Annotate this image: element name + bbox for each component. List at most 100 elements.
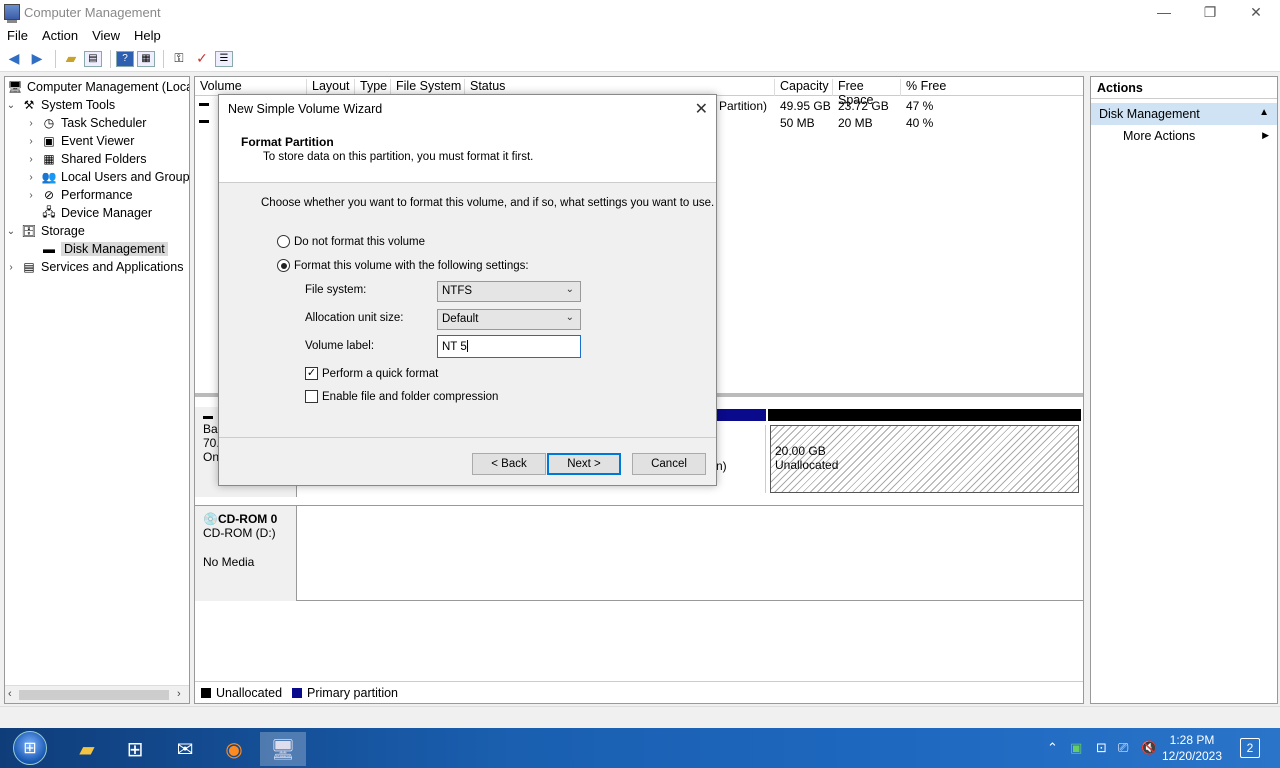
back-button[interactable]: < Back — [472, 453, 546, 475]
menu-file[interactable]: File — [0, 28, 35, 43]
checkbox-label: Perform a quick format — [322, 367, 439, 380]
primary-partition-bar — [716, 409, 766, 421]
shared-folder-icon: ▦ — [43, 152, 55, 166]
partition-block[interactable]: n) — [716, 425, 766, 493]
new-simple-volume-wizard-dialog: New Simple Volume Wizard ✕ Format Partit… — [218, 94, 717, 486]
properties-icon[interactable]: ▦ — [137, 50, 155, 67]
volume-percent-free: 40 % — [906, 116, 934, 130]
unallocated-size: 20.00 GB — [775, 444, 826, 458]
radio-do-not-format[interactable]: Do not format this volume — [277, 235, 425, 248]
start-button[interactable]: ⊞ — [13, 731, 47, 765]
tree-item-storage[interactable]: ⌄ 🗄 Storage — [5, 222, 85, 240]
chevron-down-icon: ⌄ — [565, 284, 574, 295]
expand-icon[interactable]: › — [25, 118, 37, 129]
show-hidden-icons-icon[interactable]: ⌃ — [1047, 728, 1058, 768]
quick-format-checkbox[interactable]: ✓ Perform a quick format — [305, 367, 438, 380]
dialog-close-icon[interactable]: ✕ — [695, 99, 708, 119]
tray-device-icon[interactable]: ⊡ — [1096, 728, 1107, 768]
column-free-space[interactable]: Free Space — [833, 79, 901, 107]
tree-item-task-scheduler[interactable]: › ◷ Task Scheduler — [25, 114, 146, 132]
next-button[interactable]: Next > — [547, 453, 621, 475]
key-icon[interactable]: ⚿ — [169, 49, 189, 69]
allocation-unit-select[interactable]: Default ⌄ — [437, 309, 581, 330]
tree-item-root[interactable]: 🖥 Computer Management (Local — [7, 78, 189, 96]
tree-item-performance[interactable]: › ⊘ Performance — [25, 186, 132, 204]
navigation-tree: 🖥 Computer Management (Local ⌄ ⚒ System … — [4, 76, 190, 704]
allocation-unit-label: Allocation unit size: — [305, 312, 404, 324]
file-system-select[interactable]: NTFS ⌄ — [437, 281, 581, 302]
more-actions-label: More Actions — [1123, 129, 1196, 143]
compression-checkbox[interactable]: Enable file and folder compression — [305, 390, 498, 403]
cancel-button[interactable]: Cancel — [632, 453, 706, 475]
menu-help[interactable]: Help — [127, 28, 168, 43]
list-icon[interactable]: ☰ — [215, 50, 233, 67]
services-icon: ▤ — [23, 260, 35, 274]
column-percent-free[interactable]: % Free — [901, 79, 1083, 96]
expand-icon[interactable]: › — [25, 154, 37, 165]
expand-icon[interactable]: › — [25, 136, 37, 147]
scroll-right-icon[interactable]: › — [177, 688, 181, 700]
actions-header: Actions — [1091, 77, 1277, 99]
restore-button[interactable]: ❐ — [1187, 0, 1233, 24]
help-icon[interactable]: ? — [116, 50, 134, 67]
tree-item-shared-folders[interactable]: › ▦ Shared Folders — [25, 150, 146, 168]
device-manager-icon: 🖧 — [42, 204, 56, 219]
volume-label-input[interactable]: NT 5 — [437, 335, 581, 358]
tree-label: Services and Applications — [41, 260, 184, 274]
tree-item-system-tools[interactable]: ⌄ ⚒ System Tools — [5, 96, 115, 114]
expand-icon[interactable]: › — [25, 172, 37, 183]
toolbar: ◀ ▶ ▰ ▤ ? ▦ ⚿ ✓ ☰ — [0, 46, 1280, 72]
actions-section-disk-management[interactable]: Disk Management ▲ — [1091, 103, 1277, 125]
tree-item-event-viewer[interactable]: › ▣ Event Viewer — [25, 132, 134, 150]
scroll-thumb[interactable] — [19, 690, 169, 700]
collapse-icon[interactable]: ⌄ — [5, 100, 17, 111]
close-button[interactable]: ✕ — [1233, 0, 1279, 24]
mail-icon[interactable]: ✉ — [162, 732, 208, 766]
horizontal-scrollbar[interactable]: ‹ › — [5, 685, 189, 703]
file-explorer-icon[interactable]: ▰ — [64, 732, 110, 766]
forward-arrow-icon[interactable]: ▶ — [27, 49, 47, 69]
menu-action[interactable]: Action — [35, 28, 85, 43]
dialog-title: New Simple Volume Wizard — [228, 102, 383, 116]
radio-button-selected[interactable] — [277, 259, 290, 272]
firefox-icon[interactable]: ◉ — [211, 732, 257, 766]
scroll-left-icon[interactable]: ‹ — [8, 688, 12, 700]
tree-label: Task Scheduler — [61, 116, 147, 130]
tree-item-device-manager[interactable]: 🖧 Device Manager — [41, 204, 152, 222]
collapse-up-icon[interactable]: ▲ — [1259, 107, 1269, 118]
tree-item-services[interactable]: › ▤ Services and Applications — [5, 258, 183, 276]
computer-management-taskbar-icon[interactable]: 🖥 — [260, 732, 306, 766]
volume-label-value: NT 5 — [442, 341, 467, 353]
minimize-button[interactable]: — — [1141, 0, 1187, 24]
notifications-icon[interactable]: 2 — [1240, 738, 1260, 758]
legend: Unallocated Primary partition — [195, 681, 1083, 703]
dialog-intro: Choose whether you want to format this v… — [261, 197, 715, 209]
tree-item-local-users[interactable]: › 👥 Local Users and Groups — [25, 168, 189, 186]
expand-icon[interactable]: › — [5, 262, 17, 273]
store-icon[interactable]: ⊞ — [112, 732, 158, 766]
cdrom-volume-area[interactable] — [297, 505, 1083, 601]
more-actions-item[interactable]: More Actions ▶ — [1091, 125, 1277, 147]
unallocated-block[interactable]: 20.00 GB Unallocated — [770, 425, 1079, 493]
volume-muted-icon[interactable]: 🔇 — [1141, 728, 1157, 768]
column-capacity[interactable]: Capacity — [775, 79, 833, 96]
up-folder-icon[interactable]: ▰ — [61, 49, 81, 69]
radio-format-volume[interactable]: Format this volume with the following se… — [277, 259, 529, 272]
radio-button[interactable] — [277, 235, 290, 248]
tray-h-icon[interactable]: ▣ — [1070, 728, 1082, 768]
tree-item-disk-management[interactable]: ▬ Disk Management — [41, 240, 168, 258]
clock[interactable]: 1:28 PM 12/20/2023 — [1160, 732, 1224, 764]
back-arrow-icon[interactable]: ◀ — [4, 49, 24, 69]
menu-view[interactable]: View — [85, 28, 127, 43]
collapse-icon[interactable]: ⌄ — [5, 226, 17, 237]
toolbar-separator — [110, 49, 111, 68]
checkbox-checked[interactable]: ✓ — [305, 367, 318, 380]
cdrom-0-label[interactable]: 💿CD-ROM 0 CD-ROM (D:) No Media — [195, 505, 297, 601]
show-hide-tree-icon[interactable]: ▤ — [84, 50, 102, 67]
dialog-header: Format Partition To store data on this p… — [219, 123, 716, 183]
check-icon[interactable]: ✓ — [192, 49, 212, 69]
dialog-separator — [219, 437, 716, 438]
checkbox-unchecked[interactable] — [305, 390, 318, 403]
network-icon[interactable]: ⎚ — [1118, 728, 1128, 768]
expand-icon[interactable]: › — [25, 190, 37, 201]
